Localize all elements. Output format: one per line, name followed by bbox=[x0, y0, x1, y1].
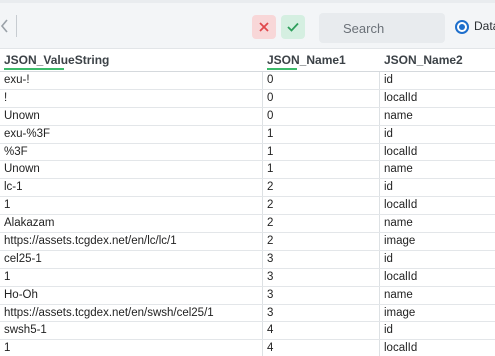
column-header-underline bbox=[267, 68, 297, 70]
toolbar-top-border bbox=[0, 0, 495, 3]
cell-json-valuestring[interactable]: ! bbox=[0, 90, 263, 107]
column-header-label: JSON_Name2 bbox=[384, 53, 463, 67]
table-row[interactable]: Unown 1 name bbox=[0, 161, 495, 180]
grid-header: JSON_ValueString JSON_Name1 JSON_Name2 bbox=[0, 49, 495, 72]
close-icon bbox=[259, 22, 269, 32]
table-row[interactable]: https://assets.tcgdex.net/en/lc/lc/1 2 ima… bbox=[0, 233, 495, 251]
radio-selected-icon[interactable] bbox=[455, 20, 469, 34]
data-grid: JSON_ValueString JSON_Name1 JSON_Name2 e… bbox=[0, 49, 495, 356]
cell-json-name2[interactable]: localId bbox=[380, 340, 495, 356]
cell-json-valuestring[interactable]: https://assets.tcgdex.net/en/lc/lc/1 bbox=[0, 233, 263, 250]
cell-json-valuestring[interactable]: Alakazam bbox=[0, 215, 263, 232]
cell-json-name2[interactable]: name bbox=[380, 108, 495, 125]
cell-json-name1[interactable]: 1 bbox=[263, 144, 380, 161]
table-row[interactable]: exu-! 0 id bbox=[0, 72, 495, 90]
check-icon bbox=[287, 22, 299, 32]
cell-json-name2[interactable]: localId bbox=[380, 144, 495, 161]
cell-json-name1[interactable]: 2 bbox=[263, 233, 380, 250]
cell-json-name2[interactable]: localId bbox=[380, 269, 495, 286]
table-row[interactable]: https://assets.tcgdex.net/en/swsh/cel25/… bbox=[0, 305, 495, 323]
cell-json-name2[interactable]: id bbox=[380, 179, 495, 196]
apply-button[interactable] bbox=[281, 15, 305, 39]
column-header-json-name1[interactable]: JSON_Name1 bbox=[263, 49, 380, 71]
chevron-left-icon[interactable] bbox=[0, 19, 8, 33]
table-row[interactable]: %3F 1 localId bbox=[0, 144, 495, 162]
data-radio-label: Data bbox=[474, 19, 495, 33]
table-row[interactable]: ! 0 localId bbox=[0, 90, 495, 108]
cell-json-valuestring[interactable]: Unown bbox=[0, 108, 263, 125]
cell-json-name1[interactable]: 2 bbox=[263, 215, 380, 232]
cell-json-name1[interactable]: 2 bbox=[263, 179, 380, 196]
cell-json-valuestring[interactable]: 1 bbox=[0, 197, 263, 214]
cell-json-valuestring[interactable]: 1 bbox=[0, 269, 263, 286]
column-header-label: JSON_ValueString bbox=[4, 53, 110, 67]
cell-json-valuestring[interactable]: cel25-1 bbox=[0, 251, 263, 268]
table-row[interactable]: swsh5-1 4 id bbox=[0, 322, 495, 341]
table-row[interactable]: Alakazam 2 name bbox=[0, 215, 495, 234]
cell-json-name2[interactable]: image bbox=[380, 305, 495, 322]
cell-json-name1[interactable]: 1 bbox=[263, 126, 380, 143]
cell-json-name2[interactable]: localId bbox=[380, 90, 495, 107]
table-row[interactable]: lc-1 2 id bbox=[0, 179, 495, 198]
cell-json-name2[interactable]: name bbox=[380, 161, 495, 178]
cell-json-name2[interactable]: name bbox=[380, 287, 495, 304]
cell-json-name1[interactable]: 3 bbox=[263, 251, 380, 268]
cell-json-name1[interactable]: 0 bbox=[263, 72, 380, 89]
cell-json-name1[interactable]: 3 bbox=[263, 269, 380, 286]
cell-json-name2[interactable]: name bbox=[380, 215, 495, 232]
cell-json-name2[interactable]: image bbox=[380, 233, 495, 250]
cell-json-name1[interactable]: 2 bbox=[263, 197, 380, 214]
search-input[interactable] bbox=[319, 13, 445, 43]
app-frame: Data JSON_ValueString JSON_Name1 JSON_Na… bbox=[0, 0, 495, 356]
cell-json-valuestring[interactable]: https://assets.tcgdex.net/en/swsh/cel25/… bbox=[0, 305, 263, 322]
cancel-button[interactable] bbox=[252, 15, 276, 39]
table-row[interactable]: 1 2 localId bbox=[0, 197, 495, 216]
cell-json-valuestring[interactable]: swsh5-1 bbox=[0, 322, 263, 339]
cell-json-valuestring[interactable]: Unown bbox=[0, 161, 263, 178]
search-box bbox=[319, 13, 445, 43]
cell-json-name2[interactable]: id bbox=[380, 126, 495, 143]
cell-json-name1[interactable]: 3 bbox=[263, 305, 380, 322]
column-header-label: JSON_Name1 bbox=[267, 53, 346, 67]
table-row[interactable]: cel25-1 3 id bbox=[0, 251, 495, 269]
cell-json-name1[interactable]: 4 bbox=[263, 340, 380, 356]
cell-json-valuestring[interactable]: 1 bbox=[0, 340, 263, 356]
table-row[interactable]: Ho-Oh 3 name bbox=[0, 287, 495, 305]
table-row[interactable]: Unown 0 name bbox=[0, 108, 495, 126]
cell-json-name2[interactable]: id bbox=[380, 322, 495, 339]
cell-json-name1[interactable]: 0 bbox=[263, 108, 380, 125]
cell-json-name1[interactable]: 4 bbox=[263, 322, 380, 339]
cell-json-name2[interactable]: id bbox=[380, 251, 495, 268]
column-header-json-name2[interactable]: JSON_Name2 bbox=[380, 49, 495, 71]
table-row[interactable]: 1 3 localId bbox=[0, 269, 495, 287]
cell-json-name1[interactable]: 1 bbox=[263, 161, 380, 178]
cell-json-name2[interactable]: localId bbox=[380, 197, 495, 214]
cell-json-name1[interactable]: 0 bbox=[263, 90, 380, 107]
cell-json-valuestring[interactable]: exu-! bbox=[0, 72, 263, 89]
toolbar-divider bbox=[16, 15, 17, 37]
table-row[interactable]: exu-%3F 1 id bbox=[0, 126, 495, 144]
cell-json-valuestring[interactable]: lc-1 bbox=[0, 179, 263, 196]
table-row[interactable]: 1 4 localId bbox=[0, 340, 495, 356]
grid-body: exu-! 0 id! 0 localId Unown 0 name exu-%3F 1 id %3F… bbox=[0, 72, 495, 356]
toolbar: Data bbox=[0, 0, 495, 49]
column-header-json-valuestring[interactable]: JSON_ValueString bbox=[0, 49, 263, 71]
cell-json-valuestring[interactable]: exu-%3F bbox=[0, 126, 263, 143]
cell-json-valuestring[interactable]: Ho-Oh bbox=[0, 287, 263, 304]
cell-json-name2[interactable]: id bbox=[380, 72, 495, 89]
cell-json-valuestring[interactable]: %3F bbox=[0, 144, 263, 161]
column-header-underline bbox=[4, 68, 64, 70]
cell-json-name1[interactable]: 3 bbox=[263, 287, 380, 304]
